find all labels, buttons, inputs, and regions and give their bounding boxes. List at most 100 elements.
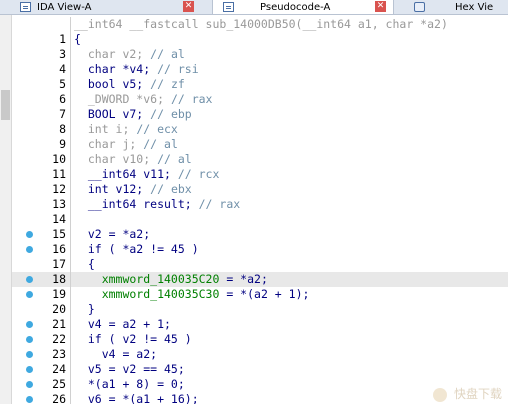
tab-pseudocode-label: Pseudocode-A: [260, 1, 331, 13]
breakpoint-marker-icon[interactable]: [26, 246, 33, 253]
code-token: = *(a2 + 1);: [219, 287, 310, 301]
code-line[interactable]: 22 if ( v2 != 45 ): [12, 332, 508, 347]
breakpoint-marker-icon[interactable]: [26, 291, 33, 298]
code-line[interactable]: 9 char j; // al: [12, 137, 508, 152]
line-number: 9: [59, 137, 66, 151]
code-line[interactable]: 1{: [12, 32, 508, 47]
code-text: *(a1 + 8) = 0;: [74, 377, 185, 392]
hex-view-icon: [414, 2, 425, 12]
gutter-divider: [70, 287, 71, 302]
code-line[interactable]: 24 v5 = v2 == 45;: [12, 362, 508, 377]
code-token: // ebp: [150, 107, 192, 121]
code-line[interactable]: 14: [12, 212, 508, 227]
gutter-divider: [70, 32, 71, 47]
line-number: 6: [59, 92, 66, 106]
code-line[interactable]: 23 v4 = a2;: [12, 347, 508, 362]
tab-pseudocode[interactable]: Pseudocode-A: [212, 0, 394, 14]
code-text: v4 = a2 + 1;: [74, 317, 171, 332]
code-text: int i; // ecx: [74, 122, 178, 137]
code-token: __int64 __fastcall sub_14000DB50(__int64…: [74, 17, 448, 31]
tab-hex-view[interactable]: Hex Vie: [414, 0, 508, 14]
code-line[interactable]: __int64 __fastcall sub_14000DB50(__int64…: [12, 17, 508, 32]
breakpoint-marker-icon[interactable]: [26, 396, 33, 403]
code-text: xmmword_140035C30 = *(a2 + 1);: [74, 287, 310, 302]
code-line[interactable]: 16 if ( *a2 != 45 ): [12, 242, 508, 257]
code-line[interactable]: 15 v2 = *a2;: [12, 227, 508, 242]
code-line[interactable]: 11 __int64 v11; // rcx: [12, 167, 508, 182]
gutter-divider: [70, 257, 71, 272]
code-text: if ( *a2 != 45 ): [74, 242, 199, 257]
code-token: if ( v2 != 45 ): [74, 332, 192, 346]
code-text: char v2; // al: [74, 47, 185, 62]
code-token: bool v5;: [74, 77, 151, 91]
breakpoint-marker-icon[interactable]: [26, 231, 33, 238]
line-number: 16: [52, 242, 66, 256]
breakpoint-marker-icon[interactable]: [26, 321, 33, 328]
code-token: = *a2;: [219, 272, 268, 286]
line-number: 4: [59, 62, 66, 76]
line-number: 25: [52, 377, 66, 391]
code-token: // rcx: [177, 167, 220, 181]
code-line[interactable]: 13 __int64 result; // rax: [12, 197, 508, 212]
code-line[interactable]: 18 xmmword_140035C20 = *a2;: [12, 272, 508, 287]
code-line[interactable]: 17 {: [12, 257, 508, 272]
code-token: int i;: [74, 122, 137, 136]
code-token: }: [74, 302, 95, 316]
close-icon[interactable]: ✕: [375, 1, 386, 12]
line-number: 26: [52, 392, 66, 404]
code-token: // rsi: [157, 62, 199, 76]
code-token: __int64 v11;: [74, 167, 178, 181]
code-line[interactable]: 12 int v12; // ebx: [12, 182, 508, 197]
code-token: *(a1 + 8) = 0;: [74, 377, 185, 391]
breakpoint-marker-icon[interactable]: [26, 351, 33, 358]
breakpoint-marker-icon[interactable]: [26, 381, 33, 388]
left-scrollbar[interactable]: [0, 15, 12, 404]
gutter-divider: [70, 17, 71, 32]
code-line[interactable]: 6 _DWORD *v6; // rax: [12, 92, 508, 107]
code-token: v4 = a2 + 1;: [74, 317, 171, 331]
code-line[interactable]: 3 char v2; // al: [12, 47, 508, 62]
code-text: v5 = v2 == 45;: [74, 362, 185, 377]
code-line[interactable]: 21 v4 = a2 + 1;: [12, 317, 508, 332]
code-token: char v10;: [74, 152, 158, 166]
gutter-divider: [70, 62, 71, 77]
code-text: char v10; // al: [74, 152, 192, 167]
code-token: int v12;: [74, 182, 151, 196]
code-line[interactable]: 7 BOOL v7; // ebp: [12, 107, 508, 122]
code-token: // al: [150, 47, 185, 61]
line-number: 15: [52, 227, 66, 241]
breakpoint-marker-icon[interactable]: [26, 336, 33, 343]
tab-ida-view[interactable]: IDA View-A: [20, 0, 200, 14]
code-token: xmmword_140035C20: [74, 272, 220, 286]
gutter-divider: [70, 227, 71, 242]
pseudocode-icon: [223, 2, 234, 12]
code-line[interactable]: 8 int i; // ecx: [12, 122, 508, 137]
breakpoint-marker-icon[interactable]: [26, 276, 33, 283]
code-line[interactable]: 20 }: [12, 302, 508, 317]
code-token: xmmword_140035C30: [74, 287, 220, 301]
code-text: char j; // al: [74, 137, 178, 152]
code-text: v6 = *(a1 + 16);: [74, 392, 199, 404]
gutter-divider: [70, 392, 71, 404]
close-icon[interactable]: ✕: [183, 1, 194, 12]
code-line[interactable]: 5 bool v5; // zf: [12, 77, 508, 92]
code-token: char j;: [74, 137, 144, 151]
code-token: v2 = *a2;: [74, 227, 151, 241]
line-number: 3: [59, 47, 66, 61]
code-token: // al: [157, 152, 192, 166]
code-line[interactable]: 10 char v10; // al: [12, 152, 508, 167]
gutter-divider: [70, 167, 71, 182]
scrollbar-thumb[interactable]: [1, 90, 10, 120]
code-text: }: [74, 302, 95, 317]
gutter-divider: [70, 242, 71, 257]
breakpoint-marker-icon[interactable]: [26, 366, 33, 373]
gutter-divider: [70, 122, 71, 137]
code-token: v6 = *(a1 + 16);: [74, 392, 199, 404]
code-line[interactable]: 19 xmmword_140035C30 = *(a2 + 1);: [12, 287, 508, 302]
code-text: if ( v2 != 45 ): [74, 332, 192, 347]
code-token: char *v4;: [74, 62, 158, 76]
gutter-divider: [70, 272, 71, 287]
code-token: // zf: [150, 77, 185, 91]
code-line[interactable]: 4 char *v4; // rsi: [12, 62, 508, 77]
pseudocode-view[interactable]: __int64 __fastcall sub_14000DB50(__int64…: [12, 15, 508, 404]
